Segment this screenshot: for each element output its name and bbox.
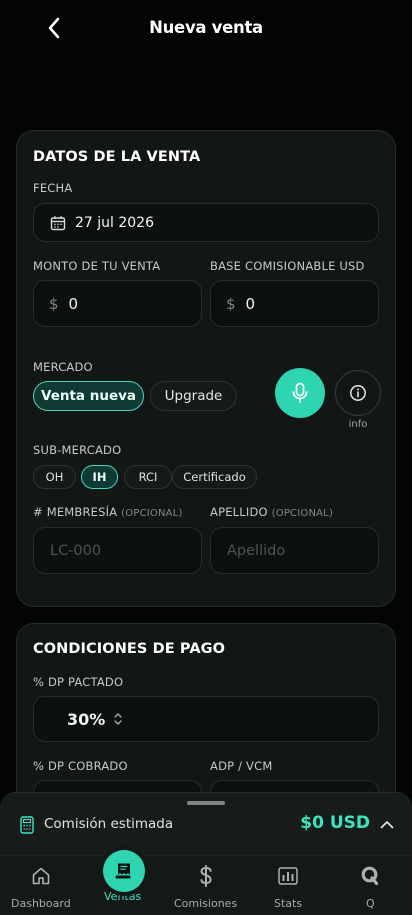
surname-optional: (OPCIONAL) (271, 508, 334, 519)
dp-agreed-value: 30% (67, 709, 106, 729)
membership-optional: (OPCIONAL) (121, 508, 183, 519)
payment-title: CONDICIONES DE PAGO (33, 641, 226, 657)
market-option-new-sale[interactable]: Venta nueva (33, 381, 144, 411)
submarket-option-oh[interactable]: OH (33, 465, 76, 489)
dollar-icon (200, 865, 212, 887)
membership-label: # MEMBRESÍA (OPCIONAL) (33, 505, 183, 519)
info-label: info (348, 419, 368, 430)
tab-label-stats: Stats (274, 897, 303, 910)
tab-label-q: Q (366, 897, 375, 910)
date-label: FECHA (33, 181, 73, 195)
tab-label-comisiones: Comisiones (174, 897, 238, 910)
adp-label: ADP / VCM (210, 759, 273, 773)
calculator-icon (20, 816, 34, 834)
tab-bar: Dashboard Ventas Comisiones Stats Q (0, 855, 412, 915)
q-icon (361, 866, 379, 886)
submarket-label: SUB-MERCADO (33, 443, 122, 457)
dp-agreed-label: % DP PACTADO (33, 675, 124, 689)
tab-label-dashboard: Dashboard (11, 897, 71, 910)
commission-label: Comisión estimada (44, 816, 174, 832)
ventas-tab-button[interactable] (103, 850, 145, 892)
tab-q[interactable]: Q (340, 856, 400, 915)
page-title: Nueva venta (149, 18, 263, 37)
commission-sheet[interactable]: Comisión estimada $0 USD (0, 792, 412, 862)
tab-comisiones[interactable]: Comisiones (166, 856, 246, 915)
info-icon (350, 385, 366, 401)
base-value: 0 (245, 294, 256, 313)
voice-input-button[interactable] (275, 368, 325, 418)
commission-value: $0 USD (300, 813, 370, 833)
surname-placeholder: Apellido (227, 542, 286, 559)
amount-value: 0 (68, 294, 79, 313)
market-option-upgrade[interactable]: Upgrade (150, 381, 237, 411)
amount-input[interactable]: $ 0 (33, 280, 202, 327)
amount-currency: $ (49, 294, 59, 313)
surname-input[interactable]: Apellido (210, 527, 379, 574)
receipt-icon (115, 863, 131, 879)
calendar-icon (50, 215, 66, 230)
base-currency: $ (226, 294, 236, 313)
header: Nueva venta (0, 0, 412, 58)
tab-stats[interactable]: Stats (256, 856, 320, 915)
sale-data-card: DATOS DE LA VENTA FECHA 27 jul 2026 MONT… (16, 130, 396, 607)
date-value: 27 jul 2026 (75, 214, 154, 231)
date-field[interactable]: 27 jul 2026 (33, 203, 379, 242)
sheet-handle[interactable] (187, 801, 225, 805)
tab-dashboard[interactable]: Dashboard (0, 856, 82, 915)
membership-placeholder: LC-000 (50, 542, 102, 559)
market-label: MERCADO (33, 360, 93, 374)
amount-label: MONTO DE TU VENTA (33, 259, 161, 273)
home-icon (32, 867, 50, 885)
microphone-icon (292, 382, 308, 403)
sale-data-title: DATOS DE LA VENTA (33, 149, 201, 165)
submarket-option-rci[interactable]: RCI (124, 465, 172, 489)
chevron-up-icon[interactable] (380, 820, 394, 829)
dp-collected-label: % DP COBRADO (33, 759, 128, 773)
submarket-option-ih[interactable]: IH (81, 465, 118, 489)
base-input[interactable]: $ 0 (210, 280, 379, 327)
dp-agreed-select[interactable]: 30% (33, 696, 379, 742)
surname-label: APELLIDO (OPCIONAL) (210, 505, 334, 519)
base-label: BASE COMISIONABLE USD (210, 259, 365, 273)
up-down-icon (114, 713, 122, 725)
bar-chart-icon (278, 867, 298, 885)
membership-input[interactable]: LC-000 (33, 527, 202, 574)
submarket-option-certificado[interactable]: Certificado (172, 465, 257, 489)
info-button[interactable] (335, 370, 381, 416)
